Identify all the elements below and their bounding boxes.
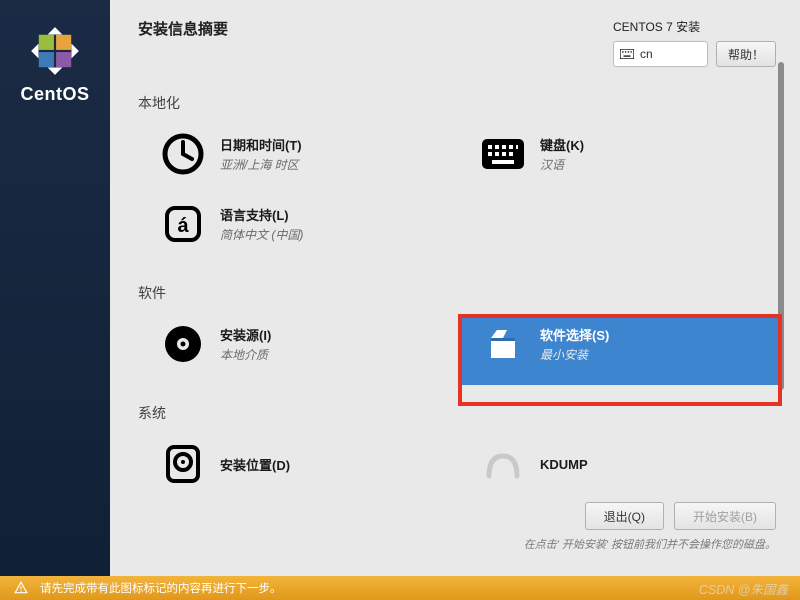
keyboard-indicator-text: cn: [640, 47, 653, 61]
spoke-software-selection[interactable]: 软件选择(S) 最小安装: [458, 315, 778, 385]
spoke-language-sub: 简体中文 (中国): [220, 226, 303, 243]
quit-button[interactable]: 退出(Q): [585, 502, 664, 530]
content: 本地化 日期和时间(T) 亚洲/上海 时区: [110, 75, 800, 576]
spoke-language-label: 语言支持(L): [220, 205, 303, 224]
kdump-icon: [480, 441, 526, 487]
centos-logo-icon: [28, 24, 82, 78]
brand-text: CentOS: [20, 84, 89, 105]
main-panel: 安装信息摘要 CENTOS 7 安装 cn 帮助！ 本地化: [110, 0, 800, 576]
spoke-datetime[interactable]: 日期和时间(T) 亚洲/上海 时区: [138, 125, 458, 195]
spoke-datetime-label: 日期和时间(T): [220, 135, 302, 154]
scrollbar[interactable]: [778, 62, 784, 482]
page-title: 安装信息摘要: [138, 18, 228, 39]
clock-icon: [160, 131, 206, 177]
spoke-source-sub: 本地介质: [220, 346, 271, 363]
warning-text: 请先完成带有此图标标记的内容再进行下一步。: [40, 580, 282, 596]
section-system: 系统: [138, 403, 778, 423]
warning-bar: 请先完成带有此图标标记的内容再进行下一步。: [0, 576, 800, 600]
footer: 退出(Q) 开始安装(B) 在点击' 开始安装' 按钮前我们并不会操作您的磁盘。: [110, 502, 800, 552]
hdd-icon: [160, 441, 206, 487]
keyboard-icon: [480, 131, 526, 177]
section-localization: 本地化: [138, 93, 778, 113]
spoke-keyboard[interactable]: 键盘(K) 汉语: [458, 125, 778, 195]
spoke-software-sub: 最小安装: [540, 346, 609, 363]
sidebar: CentOS: [0, 0, 110, 576]
help-button[interactable]: 帮助！: [716, 41, 776, 67]
spoke-source-label: 安装源(I): [220, 325, 271, 344]
topright: CENTOS 7 安装 cn 帮助！: [613, 18, 776, 67]
spoke-destination-label: 安装位置(D): [220, 455, 290, 474]
spoke-keyboard-sub: 汉语: [540, 156, 584, 173]
language-icon: á: [160, 201, 206, 247]
topbar: 安装信息摘要 CENTOS 7 安装 cn 帮助！: [110, 0, 800, 75]
warning-icon: [14, 581, 28, 595]
spoke-source[interactable]: 安装源(I) 本地介质: [138, 315, 458, 385]
disc-icon: [160, 321, 206, 367]
spoke-language[interactable]: á 语言支持(L) 简体中文 (中国): [138, 195, 458, 265]
scrollbar-thumb[interactable]: [778, 62, 784, 390]
package-icon: [480, 321, 526, 367]
brand-logo: CentOS: [20, 24, 89, 105]
install-name: CENTOS 7 安装: [613, 18, 700, 35]
spoke-kdump[interactable]: KDUMP: [458, 435, 778, 505]
spoke-software-label: 软件选择(S): [540, 325, 609, 344]
keyboard-indicator[interactable]: cn: [613, 41, 708, 67]
spoke-destination[interactable]: 安装位置(D): [138, 435, 458, 505]
spoke-kdump-label: KDUMP: [540, 457, 588, 472]
section-software: 软件: [138, 283, 778, 303]
footer-note: 在点击' 开始安装' 按钮前我们并不会操作您的磁盘。: [524, 536, 776, 552]
keyboard-small-icon: [620, 49, 634, 59]
spoke-keyboard-label: 键盘(K): [540, 135, 584, 154]
spoke-datetime-sub: 亚洲/上海 时区: [220, 156, 302, 173]
begin-install-button[interactable]: 开始安装(B): [674, 502, 776, 530]
svg-text:á: á: [177, 215, 189, 237]
